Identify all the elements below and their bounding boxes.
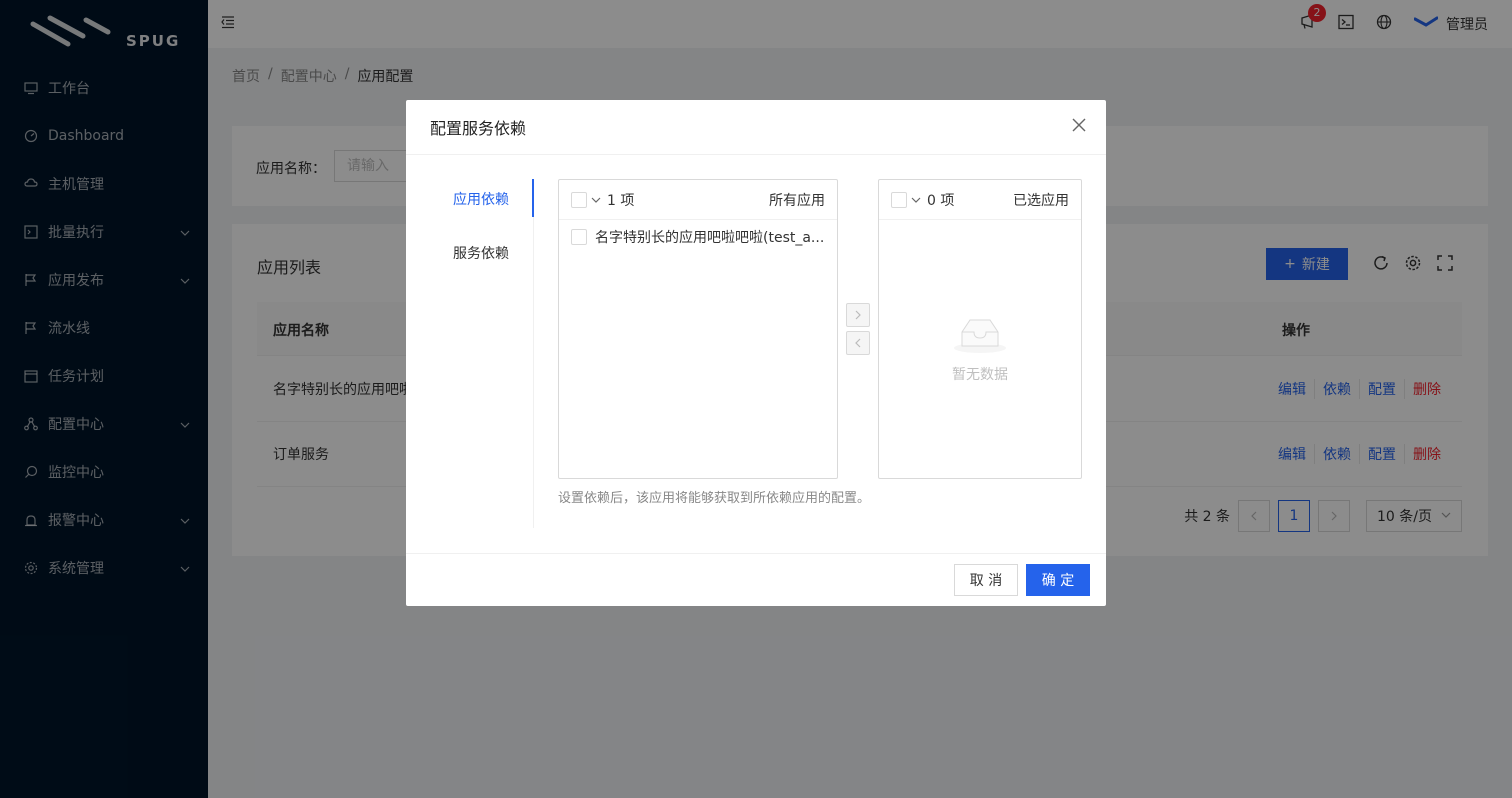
dependency-modal: 配置服务依赖 应用依赖 服务依赖 1 项 所有应用 名字特别长的应用吧啦吧啦(t… — [406, 100, 1106, 606]
select-all-checkbox[interactable] — [571, 191, 587, 208]
modal-footer: 取 消 确 定 — [406, 553, 1106, 606]
modal-tabs: 应用依赖 服务依赖 — [430, 179, 534, 528]
dependency-hint: 设置依赖后，该应用将能够获取到所依赖应用的配置。 — [558, 491, 871, 506]
item-count: 0 项 — [927, 192, 955, 209]
close-icon[interactable] — [1072, 118, 1086, 136]
transfer-source-list: 1 项 所有应用 名字特别长的应用吧啦吧啦(test_a... — [558, 179, 838, 479]
tab-service-dependency[interactable]: 服务依赖 — [430, 233, 533, 273]
transfer-target-list: 0 项 已选应用 暂无数据 — [878, 179, 1082, 479]
list-title: 所有应用 — [769, 192, 825, 209]
tab-app-dependency[interactable]: 应用依赖 — [430, 179, 534, 219]
select-all-checkbox[interactable] — [891, 191, 907, 208]
cancel-button[interactable]: 取 消 — [954, 564, 1018, 596]
empty-text: 暂无数据 — [952, 367, 1008, 383]
ok-button[interactable]: 确 定 — [1026, 564, 1090, 596]
transfer-list-header: 0 项 已选应用 — [879, 180, 1081, 220]
modal-title: 配置服务依赖 — [430, 119, 527, 138]
empty-inbox-icon — [952, 319, 1008, 358]
list-title: 已选应用 — [1013, 192, 1069, 209]
chevron-down-icon[interactable] — [591, 195, 601, 205]
move-left-button[interactable] — [846, 331, 870, 355]
modal-header: 配置服务依赖 — [406, 100, 1106, 155]
item-count: 1 项 — [607, 192, 635, 209]
item-label: 名字特别长的应用吧啦吧啦(test_a... — [595, 230, 825, 246]
empty-state: 暂无数据 — [879, 316, 1081, 384]
item-checkbox[interactable] — [571, 229, 587, 245]
list-item[interactable]: 名字特别长的应用吧啦吧啦(test_a... — [559, 220, 837, 254]
chevron-down-icon[interactable] — [911, 195, 921, 205]
transfer-list-header: 1 项 所有应用 — [559, 180, 837, 220]
move-right-button[interactable] — [846, 303, 870, 327]
transfer-operations — [846, 303, 870, 355]
